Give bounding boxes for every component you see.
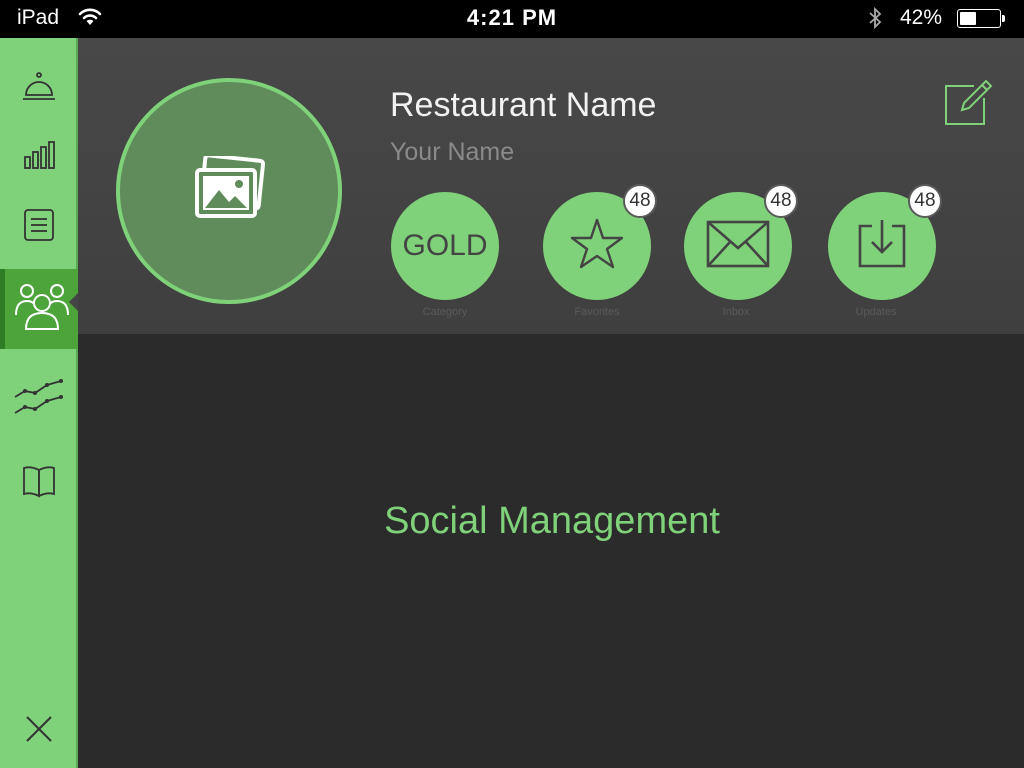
inbox-button[interactable]: 48 <box>684 184 798 300</box>
battery-nub <box>1002 15 1005 22</box>
section-title: Social Management <box>384 500 720 542</box>
sidebar-item-social[interactable] <box>0 269 80 349</box>
sidebar-item-analytics[interactable] <box>0 124 78 190</box>
line-chart-icon <box>13 378 65 424</box>
battery-level <box>960 12 976 25</box>
users-icon <box>14 281 70 338</box>
envelope-icon <box>706 220 770 273</box>
inbox-badge: 48 <box>764 184 798 218</box>
category-button[interactable]: GOLD <box>391 192 499 300</box>
star-icon <box>569 217 625 276</box>
close-icon <box>25 715 53 748</box>
favorites-badge: 48 <box>623 184 657 218</box>
book-icon <box>21 464 57 503</box>
profile-header: Restaurant Name Your Name GOLD Category … <box>78 38 1024 334</box>
battery-icon <box>957 9 1005 28</box>
sidebar-item-service[interactable] <box>0 56 78 122</box>
edit-button[interactable] <box>944 78 994 133</box>
inbox-label: Inbox <box>722 306 750 318</box>
bell-icon <box>21 71 57 108</box>
sidebar-item-trends[interactable] <box>0 368 78 434</box>
status-bar: iPad 4:21 PM 42% <box>0 0 1024 38</box>
updates-badge: 48 <box>908 184 942 218</box>
battery-percentage: 42% <box>900 6 943 29</box>
bar-chart-icon <box>22 140 56 175</box>
user-name: Your Name <box>390 138 515 166</box>
favorites-button[interactable]: 48 <box>543 184 657 300</box>
restaurant-name: Restaurant Name <box>390 86 657 124</box>
close-sidebar-button[interactable] <box>0 706 78 756</box>
avatar[interactable] <box>116 78 342 304</box>
sidebar <box>0 38 80 768</box>
sidebar-item-guide[interactable] <box>0 450 78 516</box>
updates-label: Updates <box>855 306 897 318</box>
list-icon <box>23 208 55 247</box>
updates-button[interactable]: 48 <box>828 184 942 300</box>
download-icon <box>856 218 908 275</box>
photos-icon <box>193 152 266 227</box>
favorites-label: Favorites <box>574 306 620 318</box>
sidebar-item-menu[interactable] <box>0 194 78 260</box>
category-value: GOLD <box>402 229 488 262</box>
edit-icon <box>944 79 994 132</box>
category-label: Category <box>422 306 468 318</box>
bluetooth-icon <box>868 6 882 35</box>
